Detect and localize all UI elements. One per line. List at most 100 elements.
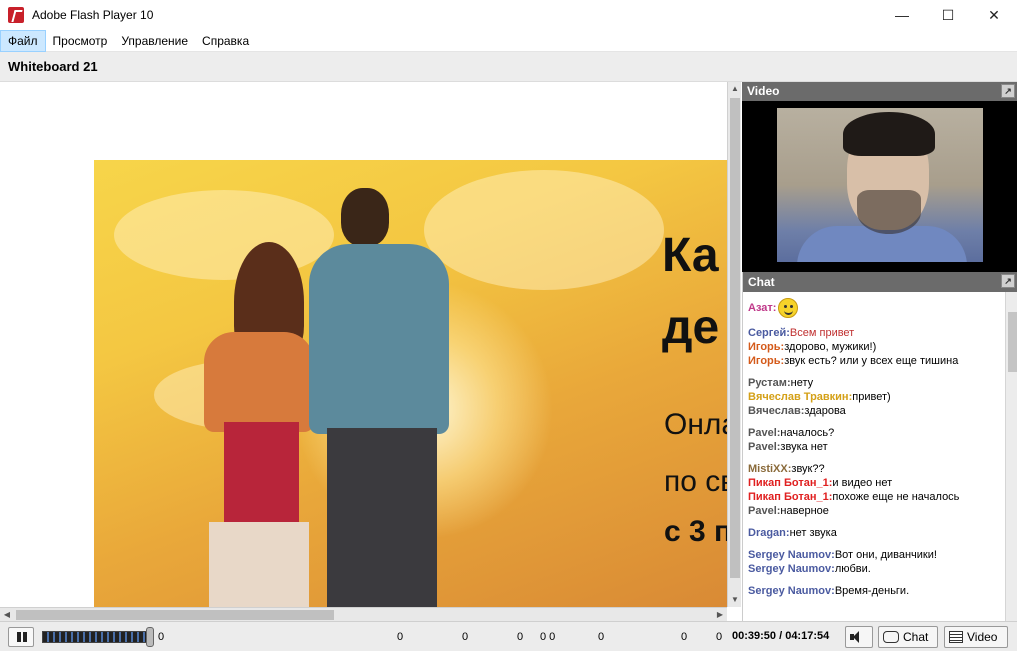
chat-text: здорово, мужики!) [784,341,877,353]
chat-nickname[interactable]: Рустам [748,377,787,389]
pause-button[interactable] [8,627,34,647]
chat-messages: Азат: Сергей:Всем привет Игорь:здорово, му… [743,292,1005,621]
chat-nickname[interactable]: Sergey Naumov [748,549,831,561]
chat-text: привет) [852,391,891,403]
scrollbar-thumb[interactable] [16,610,334,620]
chat-message: MistiXX:звук?? [748,462,1005,476]
video-panel-header: Video ↗ [742,82,1017,101]
counter-value: 0 [681,631,688,643]
chat-nickname[interactable]: MistiXX [748,463,788,475]
menu-bar: Файл Просмотр Управление Справка [0,29,1017,52]
chat-message: Pavel:звука нет [748,440,1005,454]
chat-text: Всем привет [789,327,855,339]
title-bar: Adobe Flash Player 10 — ☐ ✕ [0,0,1017,30]
scroll-up-arrow-icon[interactable]: ▲ [728,82,742,96]
chat-nickname[interactable]: Вячеслав [748,405,801,417]
chat-spacer [748,454,1005,462]
whiteboard-header: Whiteboard 21 [0,52,1017,82]
scroll-down-arrow-icon[interactable]: ▼ [728,593,742,607]
maximize-panel-icon[interactable]: ↗ [1001,274,1015,288]
toggle-chat-label: Chat [903,630,929,644]
chat-text: началось? [780,427,835,439]
counter-value: 0 [397,631,404,643]
chat-message: Pavel:началось? [748,426,1005,440]
counter-value: 0 [158,631,165,643]
counter-value: 0 [517,631,524,643]
chat-bubble-icon [883,631,899,643]
presentation-slide: Ка де Онла по св с 3 п [94,160,727,607]
chat-message: Вячеслав Травкин:привет) [748,390,1005,404]
woman-silhouette [194,242,314,607]
chat-nickname[interactable]: Пикап Ботан_1 [748,477,829,489]
close-button[interactable]: ✕ [971,0,1017,30]
chat-message: Вячеслав:здарова [748,404,1005,418]
chat-message: Игорь:здорово, мужики!) [748,340,1005,354]
playback-control-bar: 0 0 0 0 0 0 0 0 0 00:39:50 / 04:17:54 Ch… [0,621,1017,651]
chat-nickname[interactable]: Пикап Ботан_1 [748,491,829,503]
menu-file[interactable]: Файл [0,29,46,52]
chat-nickname[interactable]: Pavel [748,505,777,517]
slide-body-line-1: Онла [664,408,727,441]
chat-panel: Chat ↗ Азат: Сергей:Всем привет Игорь:здор… [742,272,1017,621]
maximize-panel-icon[interactable]: ↗ [1001,84,1015,98]
chat-nickname[interactable]: Pavel [748,427,777,439]
seek-bar[interactable] [42,631,154,643]
whiteboard-horizontal-scrollbar[interactable]: ◀ ▶ [0,607,727,621]
toggle-chat-button[interactable]: Chat [878,626,938,648]
chat-text: звука нет [780,441,828,453]
whiteboard-canvas[interactable]: Ка де Онла по св с 3 п [0,82,727,607]
chat-nickname[interactable]: Игорь [748,341,781,353]
slide-heading-line-2: де [662,301,720,354]
chat-spacer [748,518,1005,526]
chat-scrollbar[interactable] [1005,292,1017,621]
chat-nickname[interactable]: Sergey Naumov [748,563,831,575]
scrollbar-thumb[interactable] [730,98,740,578]
minimize-button[interactable]: — [879,0,925,30]
whiteboard-vertical-scrollbar[interactable]: ▲ ▼ [727,82,741,607]
chat-text: Вот они, диванчики! [834,549,937,561]
scrollbar-thumb[interactable] [1008,312,1017,372]
scroll-right-arrow-icon[interactable]: ▶ [713,608,727,622]
counter-value: 0 [716,631,723,643]
chat-text: Время-деньги. [834,585,910,597]
chat-text: нет звука [789,527,837,539]
chat-nickname[interactable]: Вячеслав Травкин [748,391,849,403]
chat-nickname[interactable]: Сергей [748,327,786,339]
chat-separator: : [772,301,777,314]
scroll-left-arrow-icon[interactable]: ◀ [0,608,14,622]
man-silhouette [309,188,449,607]
video-panel: Video ↗ [742,82,1017,272]
chat-nickname[interactable]: Pavel [748,441,777,453]
chat-message: Сергей:Всем привет [748,326,1005,340]
counter-value: 0 [462,631,469,643]
window-title: Adobe Flash Player 10 [32,8,154,22]
chat-panel-title: Chat [748,275,775,289]
whiteboard-title: Whiteboard 21 [8,59,98,74]
flash-player-icon [8,7,24,23]
chat-message: Игорь:звук есть? или у всех еще тишина [748,354,1005,368]
chat-text: здарова [804,405,846,417]
chat-nickname[interactable]: Dragan [748,527,786,539]
chat-message: Sergey Naumov:любви. [748,562,1005,576]
cloud-shape [424,170,664,290]
counter-value: 0 0 [540,631,556,643]
chat-text: звук?? [791,463,825,475]
chat-text: нету [790,377,814,389]
window-controls: — ☐ ✕ [879,0,1017,30]
chat-text: любви. [834,563,871,575]
menu-control[interactable]: Управление [114,30,195,52]
chat-text: наверное [780,505,829,517]
chat-text: похоже еще не началось [832,491,960,503]
volume-button[interactable] [845,626,873,648]
maximize-button[interactable]: ☐ [925,0,971,30]
seek-handle[interactable] [146,627,154,647]
playback-time: 00:39:50 / 04:17:54 [732,630,830,642]
chat-nickname[interactable]: Азат [748,302,773,314]
toggle-video-button[interactable]: Video [944,626,1008,648]
chat-text: и видео нет [832,477,893,489]
chat-nickname[interactable]: Игорь [748,355,781,367]
chat-nickname[interactable]: Sergey Naumov [748,585,831,597]
menu-view[interactable]: Просмотр [46,30,115,52]
menu-help[interactable]: Справка [195,30,256,52]
chat-spacer [748,368,1005,376]
